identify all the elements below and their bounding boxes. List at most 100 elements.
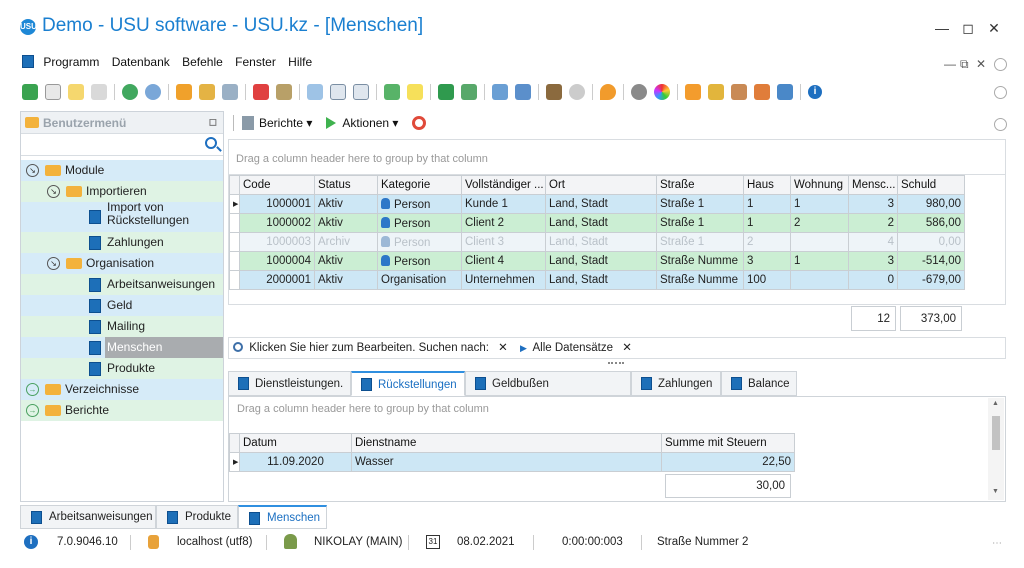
menu-befehle[interactable]: Befehle [182,55,223,69]
detail-scrollbar[interactable]: ▲ ▼ [988,398,1004,500]
detail-group-by-panel[interactable]: Drag a column header here to group by th… [237,403,489,415]
collapse-icon[interactable] [994,58,1007,71]
tree-item-geld[interactable]: Geld [21,295,223,316]
column-header[interactable]: Kategorie [377,175,462,195]
tree-item-verzeichnisse[interactable]: → Verzeichnisse [21,379,223,400]
color-wheel-icon[interactable] [654,84,670,100]
rss-icon[interactable] [685,84,701,100]
tab-menschen[interactable]: Menschen [238,505,327,529]
mdi-close-button[interactable]: ✕ [976,57,986,71]
column-header[interactable]: Wohnung [790,175,849,195]
column-header[interactable]: Vollständiger ... [461,175,546,195]
tree-item-arbeitsanweisungen[interactable]: Arbeitsanweisungen [21,274,223,295]
tree-item-zahlungen-importieren[interactable]: Zahlungen importieren [21,232,223,270]
column-header[interactable]: Mensc... [848,175,898,195]
mdi-restore-button[interactable]: ⧉ [960,57,969,72]
reload-icon[interactable] [122,84,138,100]
menu-hilfe[interactable]: Hilfe [288,55,312,69]
search-icon[interactable] [205,137,217,149]
minimize-button[interactable]: — [932,18,952,38]
berichte-button[interactable]: Berichte ▾ [242,116,312,130]
table-row[interactable]: 1000003 Archiv Person Client 3 Land, Sta… [229,232,965,252]
copy-icon[interactable] [45,84,61,100]
columns-icon[interactable] [307,84,323,100]
clear-filter-icon[interactable]: ✕ [498,342,508,354]
table-row[interactable]: 1000002 Aktiv Person Client 2 Land, Stad… [229,213,965,233]
menu-programm[interactable]: Programm [43,55,99,69]
tab-dienstleistungen[interactable]: Dienstleistungen. [228,371,351,396]
tab-zahlungen[interactable]: Zahlungen [631,371,721,396]
expand-icon[interactable]: → [26,383,39,396]
tab-rueckstellungen[interactable]: Rückstellungen [351,371,465,396]
new-window-icon[interactable] [492,84,508,100]
expand-icon[interactable]: → [26,404,39,417]
window-icon[interactable] [515,84,531,100]
edit-icon[interactable] [68,84,84,100]
expand-icon[interactable] [330,84,346,100]
gear-icon[interactable] [631,84,647,100]
image-icon[interactable] [276,84,292,100]
info-icon[interactable]: i [808,85,822,99]
collapse-icon[interactable]: ↘ [26,164,39,177]
aktionen-button[interactable]: Aktionen ▾ [326,116,398,130]
menu-search[interactable] [21,134,223,156]
menu-fenster[interactable]: Fenster [235,55,276,69]
info-icon[interactable]: i [24,535,38,549]
group-by-panel[interactable]: Drag a column header here to group by th… [228,139,1006,175]
lock-icon[interactable] [708,84,724,100]
all-records-text[interactable]: Alle Datensätze [532,342,613,354]
excel-export-icon[interactable] [438,84,454,100]
collapse-icon[interactable]: ↘ [47,257,60,270]
tree-item-produkte[interactable]: Produkte [21,358,223,379]
column-header[interactable]: Ort [545,175,657,195]
table-row[interactable]: ▶ 11.09.2020 Wasser 22,50 [229,452,795,472]
collapse-icon[interactable]: ↘ [47,185,60,198]
tree-item-import-rueckstellungen[interactable]: Import von Rückstellungen [21,200,223,232]
users-icon[interactable] [754,84,770,100]
splitter-handle[interactable] [608,362,624,364]
column-header[interactable]: Summe mit Steuern [661,433,795,453]
refresh-icon[interactable] [22,84,38,100]
tree-item-berichte[interactable]: → Berichte [21,400,223,421]
filter-clear-icon[interactable] [199,84,215,100]
tree-item-mailing[interactable]: Mailing [21,316,223,337]
filter-icon[interactable] [176,84,192,100]
tab-produkte[interactable]: Produkte [156,505,238,529]
filter-edit-text[interactable]: Klicken Sie hier zum Bearbeiten. Suchen … [249,342,489,354]
search-icon[interactable] [145,84,161,100]
table-row[interactable]: 1000004 Aktiv Person Client 4 Land, Stad… [229,251,965,271]
stop-icon[interactable] [412,116,427,130]
tab-arbeitsanweisungen[interactable]: Arbeitsanweisungen [20,505,156,529]
filter-bar[interactable]: Klicken Sie hier zum Bearbeiten. Suchen … [228,337,1006,359]
tree-item-organisation[interactable]: ↘ Organisation [21,253,223,274]
arrow-circle-icon[interactable] [569,84,585,100]
table-row[interactable]: 2000001 Aktiv Organisation Unternehmen L… [229,270,965,290]
column-header[interactable]: Dienstname [351,433,662,453]
tree-item-module[interactable]: ↘ Module [21,160,223,181]
column-header[interactable]: Status [314,175,378,195]
content-collapse-icon[interactable] [994,118,1007,131]
export-icon[interactable] [461,84,477,100]
tree-item-menschen[interactable]: Menschen [21,337,223,358]
door-exit-icon[interactable] [546,84,562,100]
delete-icon[interactable] [91,84,107,100]
collapse-all-icon[interactable] [353,84,369,100]
column-header[interactable]: Datum [239,433,352,453]
toolbar-collapse-icon[interactable] [994,86,1007,99]
column-header[interactable]: Code [239,175,315,195]
tab-geldbussen-rueckstellungen[interactable]: Geldbußen Rückstellungen [465,371,631,414]
tab-balance[interactable]: Balance [721,371,797,396]
user-key-icon[interactable] [731,84,747,100]
menu-datenbank[interactable]: Datenbank [112,55,170,69]
add-note-icon[interactable] [384,84,400,100]
filter-settings-icon[interactable] [222,84,238,100]
close-button[interactable]: ✕ [984,18,1004,38]
table-row[interactable]: ▶ 1000001 Aktiv Person Kunde 1 Land, Sta… [229,194,965,214]
close-filter-icon[interactable]: ✕ [622,342,632,354]
column-header[interactable]: Schuld [897,175,965,195]
pin-icon[interactable]: ◻ [209,112,217,134]
column-header[interactable]: Straße [656,175,744,195]
mdi-minimize-button[interactable]: — [944,57,956,71]
scrollbar-thumb[interactable] [992,416,1000,450]
map-pin-icon[interactable] [600,84,616,100]
